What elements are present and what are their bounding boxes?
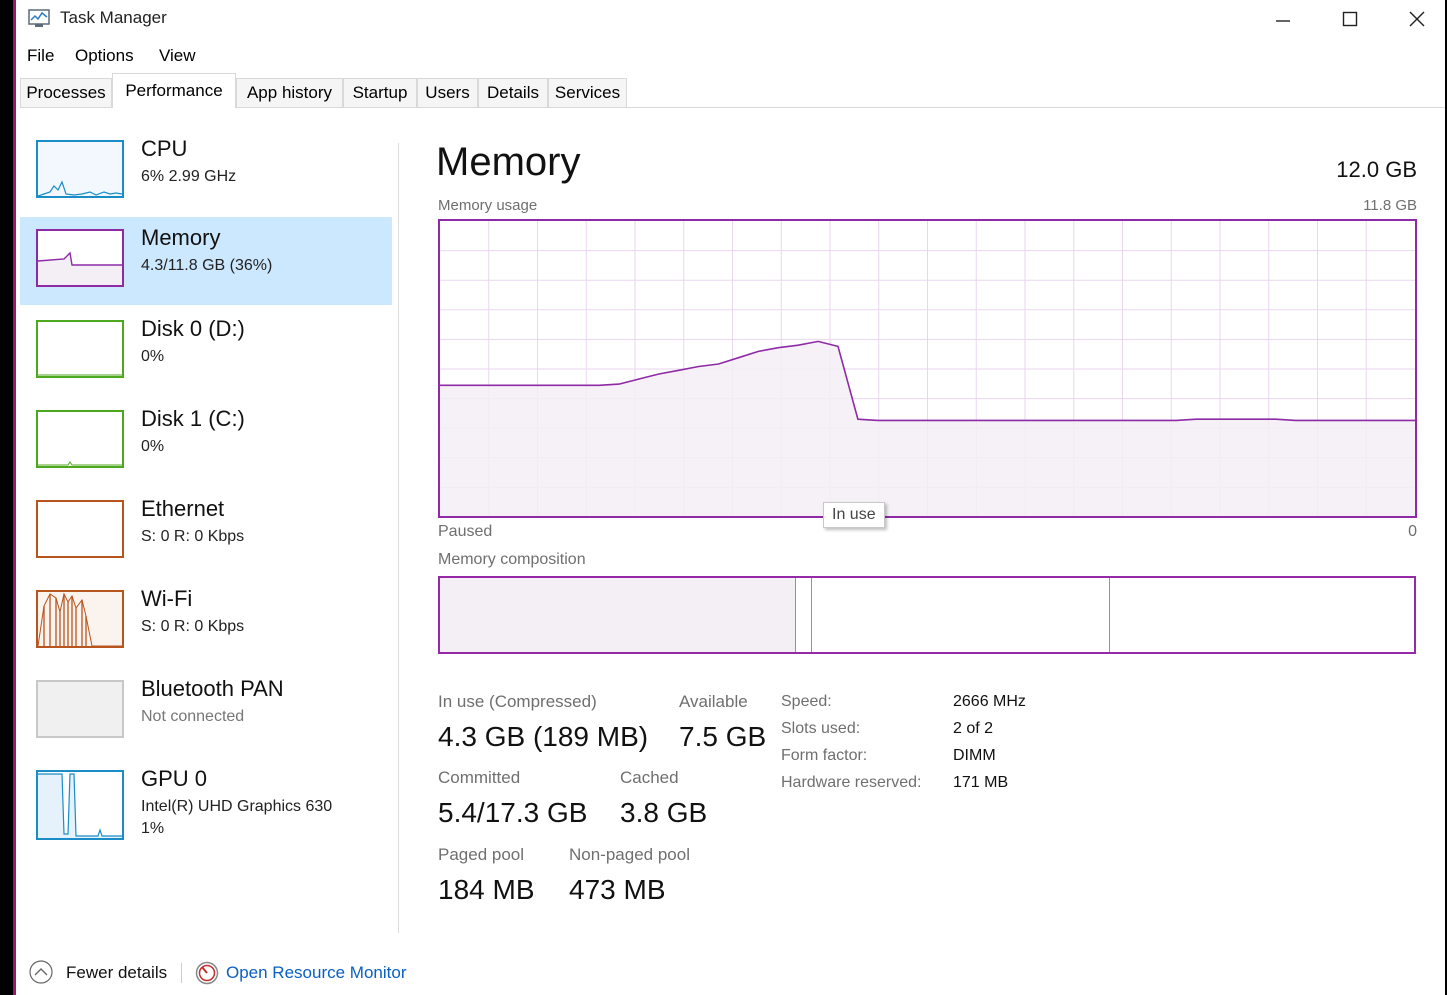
speed-label: Speed: [781, 693, 832, 710]
chevron-up-circle-icon[interactable] [29, 960, 53, 984]
cpu-thumbnail-graph [36, 140, 124, 198]
page-title: Memory [436, 140, 581, 184]
memory-usage-max: 11.8 GB [1363, 197, 1417, 214]
disk-0-thumbnail-graph [36, 320, 124, 378]
tab-details[interactable]: Details [478, 78, 548, 107]
paged-pool-value: 184 MB [438, 874, 535, 905]
title-bar: Task Manager [16, 0, 1445, 38]
committed-value: 5.4/17.3 GB [438, 797, 588, 828]
memory-thumbnail-graph [36, 229, 124, 287]
composition-free[interactable] [1108, 578, 1415, 652]
committed-label: Committed [438, 768, 521, 787]
gpu-thumbnail-graph [36, 770, 124, 840]
paused-label: Paused [438, 523, 493, 540]
maximize-button[interactable] [1316, 0, 1384, 38]
menu-view[interactable]: View [159, 46, 196, 66]
sidebar-sublabel: 4.3/11.8 GB (36%) [141, 257, 273, 274]
fewer-details-link[interactable]: Fewer details [66, 963, 167, 983]
sidebar-item-memory[interactable]: Memory 4.3/11.8 GB (36%) [20, 217, 392, 305]
window-title: Task Manager [60, 8, 167, 27]
available-value: 7.5 GB [679, 721, 767, 752]
non-paged-pool-label: Non-paged pool [569, 845, 690, 864]
slots-used-label: Slots used: [781, 720, 861, 737]
sidebar-label: GPU 0 [141, 766, 208, 791]
memory-total: 12.0 GB [1336, 157, 1417, 182]
close-icon [1409, 11, 1425, 27]
cached-value: 3.8 GB [620, 797, 708, 828]
chart-tooltip: In use [823, 502, 885, 528]
bluetooth-thumbnail-graph [36, 680, 124, 738]
memory-composition-label: Memory composition [438, 551, 586, 568]
minimize-icon [1276, 20, 1290, 22]
close-button[interactable] [1383, 0, 1445, 38]
sidebar-item-gpu-0[interactable]: GPU 0 Intel(R) UHD Graphics 630 1% [20, 758, 392, 850]
sidebar-label: CPU [141, 136, 188, 161]
cached-label: Cached [620, 768, 679, 787]
sidebar-item-disk-1[interactable]: Disk 1 (C:) 0% [20, 398, 392, 486]
sidebar-sublabel: 6% 2.99 GHz [141, 168, 237, 185]
tab-performance[interactable]: Performance [112, 73, 236, 108]
slots-used-value: 2 of 2 [953, 720, 994, 737]
tab-startup[interactable]: Startup [343, 78, 417, 107]
menu-file[interactable]: File [27, 46, 54, 66]
task-manager-window: Task Manager File Options View Processes… [13, 0, 1445, 995]
composition-in-use[interactable] [440, 578, 795, 652]
sidebar-sublabel: 0% [141, 438, 165, 455]
open-resource-monitor-link[interactable]: Open Resource Monitor [226, 963, 406, 983]
maximize-icon [1342, 11, 1358, 27]
sidebar-sublabel: S: 0 R: 0 Kbps [141, 528, 245, 545]
paged-pool-label: Paged pool [438, 845, 525, 864]
hardware-reserved-value: 171 MB [953, 774, 1009, 791]
sidebar-label: Bluetooth PAN [141, 676, 284, 701]
sidebar-item-ethernet[interactable]: Ethernet S: 0 R: 0 Kbps [20, 488, 392, 576]
sidebar-label: Disk 0 (D:) [141, 316, 245, 341]
minimize-button[interactable] [1249, 0, 1317, 38]
form-factor-value: DIMM [953, 747, 996, 764]
sidebar-label: Memory [141, 225, 221, 250]
tab-services[interactable]: Services [548, 78, 627, 107]
memory-usage-chart [438, 219, 1417, 518]
speed-value: 2666 MHz [953, 693, 1026, 710]
sidebar-sublabel: Not connected [141, 708, 245, 725]
in-use-label: In use (Compressed) [438, 692, 597, 711]
wifi-thumbnail-graph [36, 590, 124, 648]
menu-bar: File Options View [16, 40, 1445, 70]
ethernet-thumbnail-graph [36, 500, 124, 558]
tab-processes[interactable]: Processes [20, 78, 112, 107]
footer-separator [181, 963, 182, 983]
sidebar-label: Ethernet [141, 496, 225, 521]
sidebar-sublabel-2: 1% [141, 820, 165, 837]
sidebar-label: Wi-Fi [141, 586, 193, 611]
sidebar-sublabel: S: 0 R: 0 Kbps [141, 618, 245, 635]
memory-composition-bar [438, 576, 1416, 654]
sidebar-item-wifi[interactable]: Wi-Fi S: 0 R: 0 Kbps [20, 578, 392, 666]
chart-zero-label: 0 [1408, 523, 1417, 540]
panel-divider[interactable] [398, 143, 399, 933]
tab-app-history[interactable]: App history [236, 78, 343, 107]
menu-options[interactable]: Options [75, 46, 134, 66]
resource-monitor-icon[interactable] [195, 961, 219, 985]
in-use-value: 4.3 GB (189 MB) [438, 721, 649, 752]
available-label: Available [679, 692, 748, 711]
form-factor-label: Form factor: [781, 747, 868, 764]
sidebar-item-disk-0[interactable]: Disk 0 (D:) 0% [20, 308, 392, 396]
sidebar-label: Disk 1 (C:) [141, 406, 245, 431]
non-paged-pool-value: 473 MB [569, 874, 666, 905]
task-manager-icon [28, 8, 50, 28]
hardware-reserved-label: Hardware reserved: [781, 774, 922, 791]
sidebar-sublabel: Intel(R) UHD Graphics 630 [141, 798, 333, 815]
composition-modified[interactable] [794, 578, 813, 652]
footer: Fewer details Open Resource Monitor [16, 955, 1445, 995]
memory-usage-label: Memory usage [438, 197, 538, 214]
sidebar-item-cpu[interactable]: CPU 6% 2.99 GHz [20, 128, 392, 216]
disk-1-thumbnail-graph [36, 410, 124, 468]
sidebar-sublabel: 0% [141, 348, 165, 365]
tab-bar: Processes Performance App history Startu… [16, 70, 1445, 108]
tab-users[interactable]: Users [417, 78, 478, 107]
sidebar-item-bluetooth-pan[interactable]: Bluetooth PAN Not connected [20, 668, 392, 756]
composition-standby[interactable] [811, 578, 1109, 652]
